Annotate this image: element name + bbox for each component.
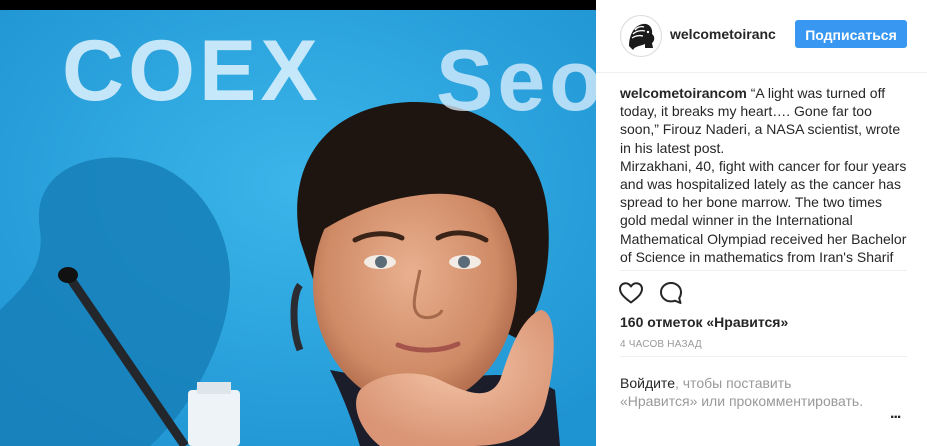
backdrop-text-coex: COEX [62,23,322,119]
divider [620,356,907,357]
profile-avatar[interactable] [620,15,662,57]
lion-logo-icon [629,23,655,50]
post-caption: welcometoirancom “A light was turned off… [620,84,910,270]
post-header: welcometoiranc Подписаться [596,0,927,73]
follow-button[interactable]: Подписаться [795,20,907,48]
comment-bubble-icon[interactable] [658,280,684,306]
post-username[interactable]: welcometoiranc [670,26,776,44]
caption-text-2: Mirzakhani, 40, fight with cancer for fo… [620,157,907,270]
backdrop-text-seoul: Seo [436,33,596,129]
heart-outline-icon[interactable] [618,280,644,306]
login-link[interactable]: Войдите [620,375,675,391]
caption-author-link[interactable]: welcometoirancom [620,85,747,101]
more-options-icon[interactable]: ... [890,406,908,423]
likes-count[interactable]: 160 отметок «Нравится» [620,314,788,330]
top-black-strip [0,0,596,10]
post-photo[interactable]: COEX Seo [0,10,596,446]
divider [620,270,907,271]
login-prompt: Войдите, чтобы поставить «Нравится» или … [620,374,870,410]
post-side-panel: welcometoiranc Подписаться welcometoiran… [596,0,927,446]
post-timestamp[interactable]: 4 часов назад [620,339,702,350]
